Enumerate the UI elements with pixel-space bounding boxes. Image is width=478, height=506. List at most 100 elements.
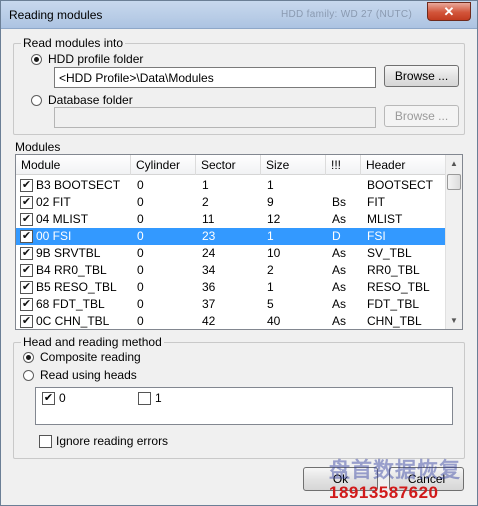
column-header-header[interactable]: Header [361,155,447,175]
cell-flag: D [332,229,341,243]
row-checkbox[interactable]: ✔ [20,298,33,311]
cell-sector: 11 [202,212,215,226]
ok-button[interactable]: Ok [303,467,378,491]
cell-sector: 23 [202,229,216,243]
cell-module: 00 FSI [36,229,72,243]
composite-label: Composite reading [40,350,141,364]
head-0-checkbox[interactable]: ✔ [42,391,55,405]
table-row[interactable]: ✔ 0C CHN_TBL 0 42 40 As CHN_TBL [16,313,447,329]
cell-flag: As [332,246,347,260]
cell-sector: 34 [202,263,216,277]
hdd-profile-radio[interactable] [31,53,42,65]
scroll-thumb[interactable] [447,174,461,190]
row-checkbox[interactable]: ✔ [20,264,33,277]
row-checkbox[interactable]: ✔ [20,247,33,260]
composite-radio-row[interactable]: Composite reading [23,350,141,364]
cell-header: FDT_TBL [367,297,420,311]
database-path-field[interactable] [54,107,376,128]
cell-sector: 36 [202,280,216,294]
database-radio[interactable] [31,94,42,106]
ignore-errors-label: Ignore reading errors [56,434,169,448]
close-button[interactable]: ✕ [427,2,471,21]
table-row[interactable]: ✔ 68 FDT_TBL 0 37 5 As FDT_TBL [16,296,447,313]
heads-radio-row[interactable]: Read using heads [23,368,137,382]
database-label: Database folder [48,93,133,107]
composite-radio[interactable] [23,351,34,363]
column-header-sector[interactable]: Sector [196,155,261,175]
cell-flag: As [332,280,347,294]
cell-sector: 24 [202,246,216,260]
cell-module: 02 FIT [36,195,71,209]
window-title: Reading modules [9,8,103,22]
head-0-label: 0 [59,391,66,405]
cell-size: 10 [267,246,281,260]
ignore-errors-row[interactable]: Ignore reading errors [39,434,168,448]
table-row[interactable]: ✔ B5 RESO_TBL 0 36 1 As RESO_TBL [16,279,447,296]
method-group-title: Head and reading method [21,335,164,349]
cell-cylinder: 0 [137,246,144,260]
cell-header: BOOTSECT [367,178,434,192]
column-header-size[interactable]: Size [261,155,326,175]
cell-module: B5 RESO_TBL [36,280,117,294]
table-row[interactable]: ✔ B3 BOOTSECT 0 1 1 BOOTSECT [16,177,447,194]
head-1-item[interactable]: 1 [138,391,162,405]
heads-label: Read using heads [40,368,137,382]
browse-button[interactable]: Browse ... [384,65,459,87]
modules-list[interactable]: Module Cylinder Sector Size !!! Header ✔… [15,154,463,330]
table-row[interactable]: ✔ 9B SRVTBL 0 24 10 As SV_TBL [16,245,447,262]
column-header-module[interactable]: Module [16,155,131,175]
cell-header: RR0_TBL [367,263,420,277]
title-bar[interactable]: Reading modules HDD family: WD 27 (NUTC)… [1,1,477,29]
column-header-flags[interactable]: !!! [326,155,361,175]
row-checkbox[interactable]: ✔ [20,196,33,209]
hdd-profile-radio-row[interactable]: HDD profile folder [31,52,143,66]
row-checkbox[interactable]: ✔ [20,213,33,226]
cell-flag: As [332,297,347,311]
read-into-group-title: Read modules into [21,36,126,50]
head-0-item[interactable]: ✔ 0 [42,391,66,405]
cell-module: B4 RR0_TBL [36,263,107,277]
cell-size: 1 [267,178,274,192]
head-1-label: 1 [155,391,162,405]
cell-cylinder: 0 [137,229,144,243]
row-checkbox[interactable]: ✔ [20,179,33,192]
cell-size: 40 [267,314,281,328]
row-checkbox[interactable]: ✔ [20,230,33,243]
cell-flag: As [332,212,347,226]
scroll-up-icon[interactable]: ▲ [446,155,462,172]
row-checkbox[interactable]: ✔ [20,315,33,328]
modules-scrollbar[interactable]: ▲ ▼ [445,155,462,329]
heads-radio[interactable] [23,369,34,381]
database-radio-row[interactable]: Database folder [31,93,133,107]
table-row[interactable]: ✔ 00 FSI 0 23 1 D FSI [16,228,447,245]
cancel-button[interactable]: Cancel [389,467,464,491]
scroll-down-icon[interactable]: ▼ [446,312,462,329]
heads-list: ✔ 0 1 [35,387,453,425]
hdd-profile-path-field[interactable]: <HDD Profile>\Data\Modules [54,67,376,88]
cell-header: CHN_TBL [367,314,422,328]
cell-sector: 2 [202,195,209,209]
row-checkbox[interactable]: ✔ [20,281,33,294]
cell-flag: Bs [332,195,347,209]
cell-size: 2 [267,263,274,277]
table-row[interactable]: ✔ 04 MLIST 0 11 12 As MLIST [16,211,447,228]
head-1-checkbox[interactable] [138,391,151,405]
cell-flag: As [332,314,347,328]
cell-flag: As [332,263,347,277]
cell-sector: 1 [202,178,209,192]
cell-size: 1 [267,280,274,294]
hdd-profile-label: HDD profile folder [48,52,144,66]
table-row[interactable]: ✔ 02 FIT 0 2 9 Bs FIT [16,194,447,211]
cell-cylinder: 0 [137,263,144,277]
table-row[interactable]: ✔ B4 RR0_TBL 0 34 2 As RR0_TBL [16,262,447,279]
reading-modules-dialog: Reading modules HDD family: WD 27 (NUTC)… [0,0,478,506]
cell-module: 68 FDT_TBL [36,297,105,311]
column-header-cylinder[interactable]: Cylinder [131,155,196,175]
cell-module: B3 BOOTSECT [36,178,121,192]
cell-header: FSI [367,229,386,243]
database-browse-button[interactable]: Browse ... [384,105,459,127]
cell-header: MLIST [367,212,403,226]
cell-cylinder: 0 [137,178,144,192]
ignore-errors-checkbox[interactable] [39,434,52,448]
cell-cylinder: 0 [137,280,144,294]
